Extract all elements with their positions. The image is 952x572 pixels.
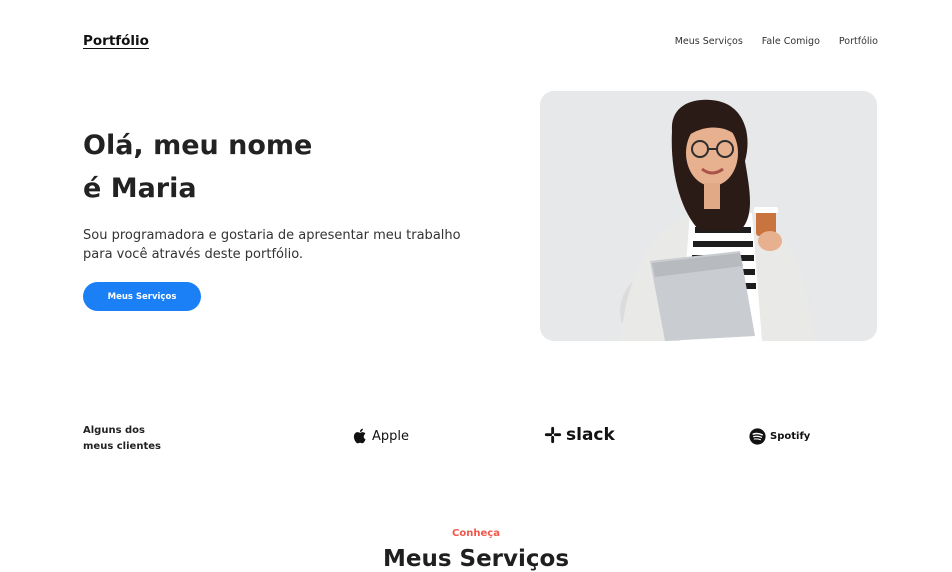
nav-link-portfolio[interactable]: Portfólio — [839, 36, 878, 47]
hero-title-line2: é Maria — [83, 173, 197, 204]
apple-icon — [353, 428, 366, 444]
slack-icon — [544, 426, 562, 444]
nav-link-servicos[interactable]: Meus Serviços — [675, 36, 743, 47]
hero-title-line1: Olá, meu nome — [83, 130, 313, 161]
section-title: Meus Serviços — [382, 546, 570, 572]
spotify-logo-text: Spotify — [770, 431, 811, 442]
brand-logo-link[interactable]: Portfólio — [83, 33, 149, 49]
slack-logo: slack — [544, 425, 615, 445]
apple-logo: Apple — [353, 428, 409, 444]
slack-logo-text: slack — [566, 425, 615, 445]
spotify-logo: Spotify — [749, 428, 810, 445]
hero-photo — [540, 91, 877, 341]
top-nav: Meus Serviços Fale Comigo Portfólio — [675, 36, 878, 47]
clients-label-line2: meus clientes — [83, 441, 161, 452]
nav-link-fale-comigo[interactable]: Fale Comigo — [762, 36, 820, 47]
clients-label-line1: Alguns dos — [83, 425, 145, 436]
apple-logo-text: Apple — [372, 428, 410, 444]
meus-servicos-button[interactable]: Meus Serviços — [83, 282, 201, 311]
clients-label: Alguns dos meus clientes — [83, 423, 161, 455]
section-kicker: Conheça — [452, 528, 500, 539]
hero-title: Olá, meu nome é Maria — [83, 124, 312, 210]
hero-description: Sou programadora e gostaria de apresenta… — [83, 228, 461, 262]
spotify-icon — [749, 428, 766, 445]
